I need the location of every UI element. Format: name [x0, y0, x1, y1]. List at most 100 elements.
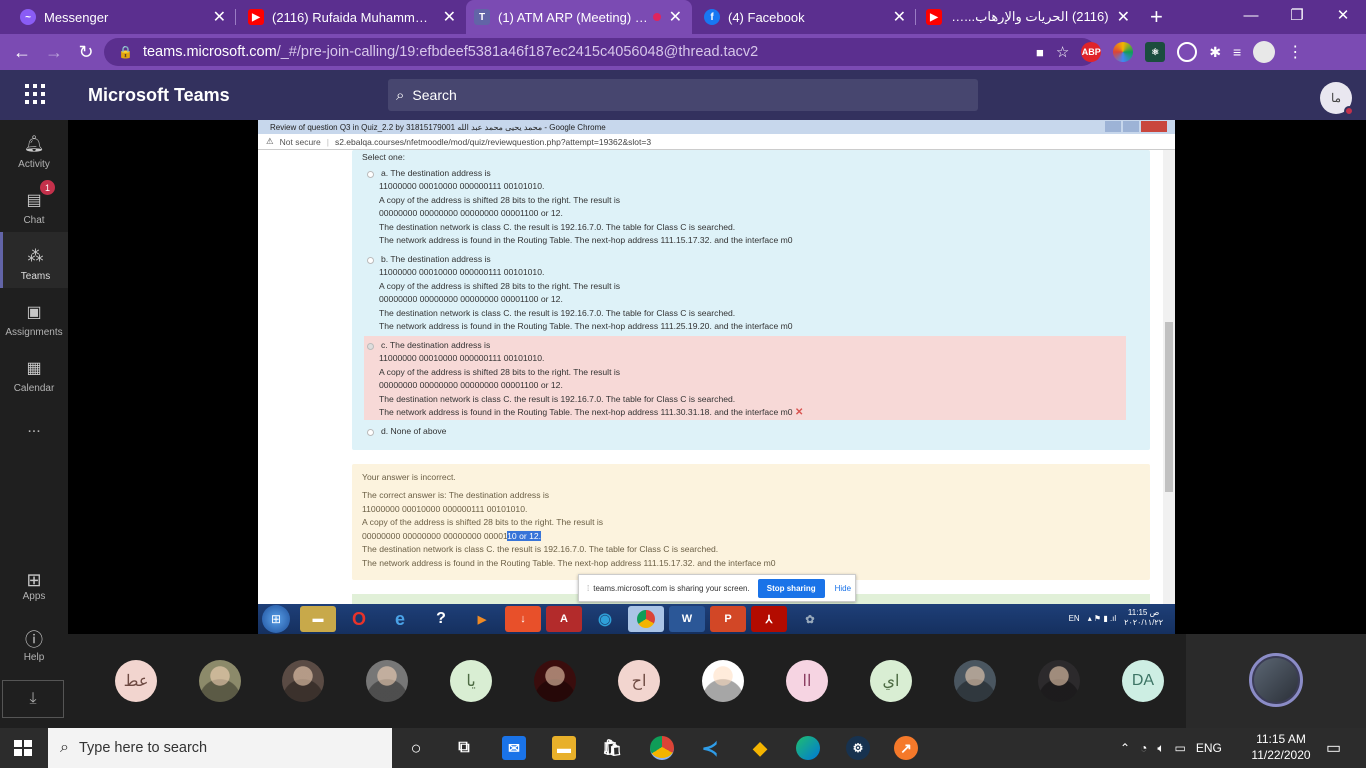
- minimize-icon: [1105, 121, 1121, 132]
- reload-icon[interactable]: ↻: [70, 42, 102, 63]
- rail-item-activity[interactable]: 🔔︎ Activity: [0, 120, 68, 176]
- rail-item-assignments[interactable]: ▣ Assignments: [0, 288, 68, 344]
- taskbar-clock[interactable]: 11:15 AM 11/22/2020: [1250, 731, 1312, 763]
- edge-icon[interactable]: [796, 736, 820, 760]
- back-icon[interactable]: ←: [6, 42, 38, 63]
- language-indicator: EN: [1068, 613, 1080, 623]
- taskbar-search-input[interactable]: ⌕ Type here to search: [48, 728, 392, 768]
- windows-start-button[interactable]: [14, 740, 32, 756]
- browser-tab-strip: ~ Messenger ✕ ▶ (2116) Rufaida Muhammad …: [0, 0, 1366, 34]
- cortana-icon[interactable]: ○: [404, 736, 428, 760]
- participant-initials: DA: [1131, 672, 1155, 689]
- option-a-radio[interactable]: [367, 171, 374, 178]
- participant-avatar[interactable]: يا: [450, 660, 492, 702]
- forward-icon[interactable]: →: [38, 42, 70, 63]
- shared-win7-taskbar: ⊞ ▬ O e ? ▶ ↓ A ◉ W P ⅄ ✿ EN ▴ ⚑ ▮ .ıl 1…: [258, 604, 1175, 634]
- puzzle-extensions-icon[interactable]: ✱: [1209, 44, 1221, 61]
- store-icon[interactable]: 🛍︎: [600, 736, 624, 760]
- chrome-icon[interactable]: [650, 736, 674, 760]
- participant-avatar[interactable]: عط: [115, 660, 157, 702]
- vscode-icon[interactable]: ≺: [698, 736, 722, 760]
- app-launcher-icon[interactable]: [25, 84, 45, 104]
- rail-item-apps[interactable]: ⊞ Apps: [0, 570, 68, 602]
- participant-avatar[interactable]: DA: [1122, 660, 1164, 702]
- react-devtools-icon[interactable]: ⚛: [1145, 42, 1166, 62]
- rail-item-more[interactable]: ...: [0, 400, 68, 456]
- camera-icon[interactable]: ■: [1036, 45, 1044, 60]
- notifications-icon[interactable]: ▭: [1326, 728, 1341, 768]
- close-icon[interactable]: ✕: [893, 7, 906, 27]
- media-queue-icon[interactable]: ≡: [1233, 44, 1241, 60]
- participant-avatar[interactable]: [366, 660, 408, 702]
- sharing-notice: teams.microsoft.com is sharing your scre…: [593, 583, 750, 593]
- option-d-radio[interactable]: [367, 429, 374, 436]
- close-icon[interactable]: ✕: [443, 7, 456, 27]
- target-extension-icon[interactable]: [1177, 42, 1198, 62]
- language-indicator[interactable]: ENG: [1196, 741, 1222, 755]
- rail-label: Assignments: [5, 327, 63, 338]
- address-bar[interactable]: 🔒 teams.microsoft.com/_#/pre-join-callin…: [104, 38, 1096, 66]
- option-c-line: A copy of the address is shifted 28 bits…: [379, 367, 621, 377]
- profile-avatar[interactable]: [1253, 41, 1276, 63]
- close-icon[interactable]: ✕: [213, 7, 226, 27]
- participant-avatar[interactable]: اا: [786, 660, 828, 702]
- option-b-radio[interactable]: [367, 257, 374, 264]
- download-app-icon[interactable]: ⤓: [2, 680, 64, 718]
- battery-icon[interactable]: ▭: [1175, 741, 1186, 755]
- tab-facebook[interactable]: f (4) Facebook ✕: [692, 0, 916, 34]
- colorzilla-icon[interactable]: [1113, 42, 1134, 62]
- option-a-line: a. The destination address is: [381, 168, 491, 178]
- powerpoint-icon: P: [710, 606, 746, 632]
- rail-label: Help: [23, 652, 45, 663]
- adblock-icon[interactable]: ABP: [1081, 42, 1102, 62]
- tab-teams-meeting[interactable]: T (1) ATM ARP (Meeting) | M ✕: [466, 0, 692, 34]
- taskbar-search-placeholder: Type here to search: [78, 740, 208, 756]
- participant-avatar[interactable]: [1038, 660, 1080, 702]
- restore-icon[interactable]: ❐: [1274, 0, 1320, 30]
- participant-avatar[interactable]: اح: [618, 660, 660, 702]
- win7-time: 11:15 ص: [1127, 608, 1160, 617]
- not-secure-label: Not secure: [279, 136, 321, 147]
- hide-button[interactable]: Hide: [835, 584, 851, 593]
- shared-url: s2.ebalqa.courses/nfetmoodle/mod/quiz/re…: [334, 136, 652, 147]
- option-c-radio[interactable]: [367, 343, 374, 350]
- rail-item-chat[interactable]: ▤ 1 Chat: [0, 176, 68, 232]
- tab-youtube-rufaida[interactable]: ▶ (2116) Rufaida Muhammad - Y ✕: [236, 0, 466, 34]
- chrome-menu-icon[interactable]: ⋮: [1287, 42, 1303, 62]
- rail-item-calendar[interactable]: ▦ Calendar: [0, 344, 68, 400]
- minimize-icon[interactable]: —: [1228, 0, 1274, 30]
- volume-icon[interactable]: 🔈︎: [1157, 741, 1164, 756]
- close-icon[interactable]: ✕: [1117, 7, 1130, 27]
- postman-icon[interactable]: ↗: [894, 736, 918, 760]
- participant-avatar[interactable]: [954, 660, 996, 702]
- participant-avatar[interactable]: اي: [870, 660, 912, 702]
- task-view-icon[interactable]: ⧉: [452, 736, 476, 760]
- more-icon: ...: [27, 419, 41, 436]
- participant-avatar[interactable]: [282, 660, 324, 702]
- left-rail: 🔔︎ Activity ▤ 1 Chat ⁂ Teams ▣ Assignmen…: [0, 120, 68, 728]
- self-avatar: [1249, 653, 1303, 707]
- participant-avatar[interactable]: [702, 660, 744, 702]
- git-kraken-icon[interactable]: ◆: [748, 736, 772, 760]
- tab-messenger[interactable]: ~ Messenger ✕: [0, 0, 236, 34]
- rail-item-teams[interactable]: ⁂ Teams: [0, 232, 68, 288]
- mail-icon[interactable]: ✉: [502, 736, 526, 760]
- stop-sharing-button[interactable]: Stop sharing: [757, 578, 825, 598]
- rail-item-help[interactable]: ⓘ Help: [0, 626, 68, 663]
- tab-youtube-arabic[interactable]: ▶ (2116) الحريات والإرهاب....أزمة ال ✕: [916, 0, 1140, 34]
- file-explorer-icon[interactable]: ▬: [552, 736, 576, 760]
- new-tab-button[interactable]: +: [1150, 0, 1163, 34]
- close-icon[interactable]: ✕: [669, 7, 682, 27]
- search-input[interactable]: ⌕ Search: [388, 79, 978, 111]
- wifi-icon[interactable]: ◔: [1140, 741, 1147, 755]
- steam-icon[interactable]: ⚙: [846, 736, 870, 760]
- participant-initials: يا: [466, 673, 476, 690]
- bookmark-star-icon[interactable]: ☆: [1056, 43, 1069, 61]
- show-hidden-icons[interactable]: ⌃: [1120, 741, 1130, 755]
- close-window-icon[interactable]: ✕: [1320, 0, 1366, 30]
- participant-photo: [702, 660, 744, 702]
- user-avatar[interactable]: ما: [1320, 82, 1354, 116]
- participant-avatar[interactable]: [199, 660, 241, 702]
- self-video-tile[interactable]: [1186, 634, 1366, 728]
- participant-avatar[interactable]: [534, 660, 576, 702]
